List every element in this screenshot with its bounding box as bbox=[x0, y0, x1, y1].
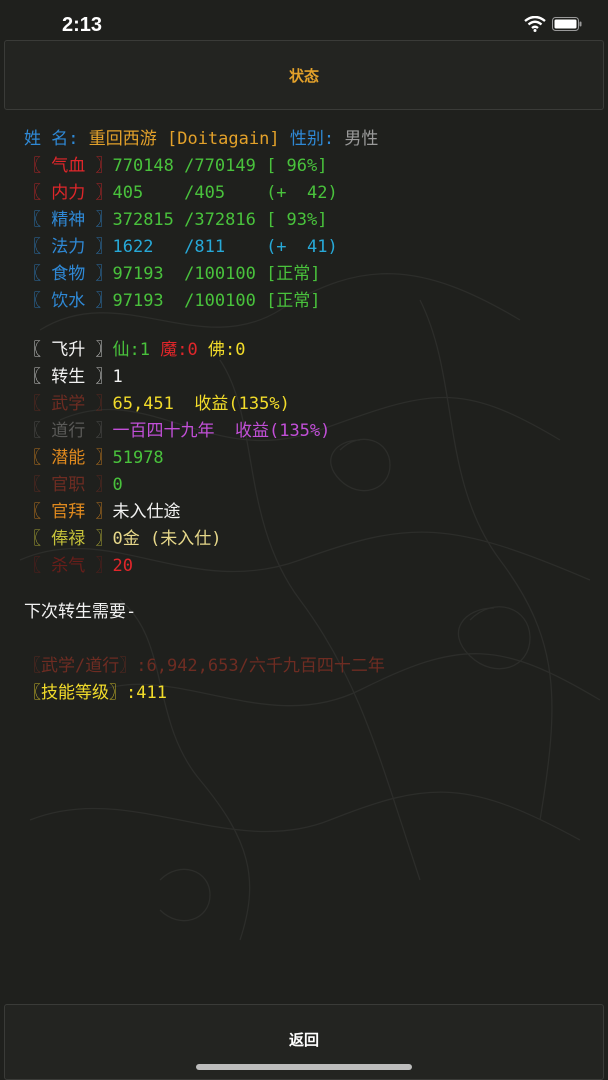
status-icons bbox=[524, 16, 582, 32]
skill-label: 〖技能等级〗 bbox=[24, 683, 126, 703]
battery-icon bbox=[552, 17, 582, 31]
vital-max: /811 bbox=[184, 237, 226, 257]
vital-label: 〖 饮水 〗 bbox=[24, 291, 113, 311]
vital-label: 〖 法力 〗 bbox=[24, 237, 113, 257]
wifi-icon bbox=[524, 16, 546, 32]
vital-max: /100100 bbox=[184, 291, 256, 311]
ascension-demon: 魔:0 bbox=[160, 340, 198, 360]
gender-value: 男性 bbox=[344, 129, 379, 149]
salary-value: 0金 (未入仕) bbox=[112, 529, 222, 549]
home-indicator[interactable] bbox=[196, 1064, 412, 1070]
vital-row-food: 〖 食物 〗97193 /100100 [正常] bbox=[24, 261, 594, 288]
vital-label: 〖 食物 〗 bbox=[24, 264, 113, 284]
vital-current: 405 bbox=[112, 183, 144, 203]
vital-extra: [正常] bbox=[266, 291, 321, 311]
name-value: 重回西游 bbox=[88, 129, 157, 149]
vital-max: /770149 bbox=[184, 156, 256, 176]
skill-row: 〖技能等级〗:411 bbox=[24, 680, 594, 707]
official-rank-value: 未入仕途 bbox=[112, 502, 181, 522]
vital-row-jingshen: 〖 精神 〗372815 /372816 [ 93%] bbox=[24, 207, 594, 234]
official-post-label: 〖 官职 〗 bbox=[24, 475, 113, 495]
vital-label: 〖 气血 〗 bbox=[24, 156, 113, 176]
skill-value: :411 bbox=[126, 683, 167, 703]
official-post-row: 〖 官职 〗0 bbox=[24, 472, 594, 499]
status-time: 2:13 bbox=[62, 14, 103, 36]
official-post-value: 0 bbox=[112, 475, 123, 495]
vital-current: 97193 bbox=[112, 291, 164, 311]
killing-row: 〖 杀气 〗20 bbox=[24, 553, 594, 580]
vital-extra: (+ 42) bbox=[266, 183, 338, 203]
vital-label: 〖 内力 〗 bbox=[24, 183, 113, 203]
vital-current: 97193 bbox=[112, 264, 164, 284]
vital-max: /372816 bbox=[184, 210, 256, 230]
gender-label: 性别: bbox=[289, 129, 335, 149]
potential-row: 〖 潜能 〗51978 bbox=[24, 445, 594, 472]
vital-row-neili: 〖 内力 〗405 /405 (+ 42) bbox=[24, 180, 594, 207]
potential-label: 〖 潜能 〗 bbox=[24, 448, 113, 468]
ascension-immortal: 仙:1 bbox=[112, 340, 150, 360]
vital-row-hp: 〖 气血 〗770148 /770149 [ 96%] bbox=[24, 153, 594, 180]
vital-extra: (+ 41) bbox=[266, 237, 338, 257]
rebirth-row: 〖 转生 〗1 bbox=[24, 364, 594, 391]
requirement-value: :6,942,653/六千九百四十二年 bbox=[136, 656, 385, 676]
ascension-buddha: 佛:0 bbox=[207, 340, 246, 360]
vital-label: 〖 精神 〗 bbox=[24, 210, 113, 230]
martial-income: 收益(135%) bbox=[194, 394, 290, 414]
vital-current: 1622 bbox=[112, 237, 154, 257]
name-label: 姓 名: bbox=[24, 129, 79, 149]
salary-row: 〖 俸禄 〗0金 (未入仕) bbox=[24, 526, 594, 553]
back-button-label: 返回 bbox=[288, 1030, 319, 1049]
vital-extra: [正常] bbox=[266, 264, 321, 284]
potential-value: 51978 bbox=[112, 448, 164, 468]
vital-max: /405 bbox=[184, 183, 226, 203]
header-bar: 状态 bbox=[4, 40, 604, 110]
daoxing-label: 〖 道行 〗 bbox=[24, 421, 113, 441]
vital-extra: [ 93%] bbox=[266, 210, 328, 230]
status-bar: 2:13 bbox=[0, 0, 608, 40]
account-id: [Doitagain] bbox=[166, 129, 280, 149]
ascension-row: 〖 飞升 〗仙:1 魔:0 佛:0 bbox=[24, 337, 594, 364]
official-rank-row: 〖 官拜 〗未入仕途 bbox=[24, 499, 594, 526]
vital-row-fali: 〖 法力 〗1622 /811 (+ 41) bbox=[24, 234, 594, 261]
profile-row: 姓 名: 重回西游 [Doitagain] 性别: 男性 bbox=[24, 126, 594, 153]
rebirth-label: 〖 转生 〗 bbox=[24, 367, 113, 387]
martial-row: 〖 武学 〗65,451 收益(135%) bbox=[24, 391, 594, 418]
daoxing-row: 〖 道行 〗一百四十九年 收益(135%) bbox=[24, 418, 594, 445]
requirement-row: 〖武学/道行〗:6,942,653/六千九百四十二年 bbox=[24, 653, 594, 680]
page-title: 状态 bbox=[288, 66, 319, 85]
daoxing-value: 一百四十九年 bbox=[112, 421, 215, 441]
killing-label: 〖 杀气 〗 bbox=[24, 556, 113, 576]
next-rebirth-title: 下次转生需要- bbox=[24, 602, 137, 622]
vital-max: /100100 bbox=[184, 264, 256, 284]
killing-value: 20 bbox=[112, 556, 133, 576]
salary-label: 〖 俸禄 〗 bbox=[24, 529, 113, 549]
official-rank-label: 〖 官拜 〗 bbox=[24, 502, 113, 522]
vital-extra: [ 96%] bbox=[266, 156, 328, 176]
daoxing-income: 收益(135%) bbox=[234, 421, 331, 441]
next-rebirth-heading: 下次转生需要- bbox=[24, 599, 594, 626]
vital-current: 770148 bbox=[112, 156, 174, 176]
martial-label: 〖 武学 〗 bbox=[24, 394, 113, 414]
vital-current: 372815 bbox=[112, 210, 174, 230]
rebirth-value: 1 bbox=[112, 367, 123, 387]
vital-row-water: 〖 饮水 〗97193 /100100 [正常] bbox=[24, 288, 594, 315]
requirement-label: 〖武学/道行〗 bbox=[24, 656, 137, 676]
ascension-label: 〖 飞升 〗 bbox=[24, 340, 113, 360]
status-panel: 姓 名: 重回西游 [Doitagain] 性别: 男性 〖 气血 〗77014… bbox=[24, 126, 594, 707]
martial-value: 65,451 bbox=[112, 394, 174, 414]
